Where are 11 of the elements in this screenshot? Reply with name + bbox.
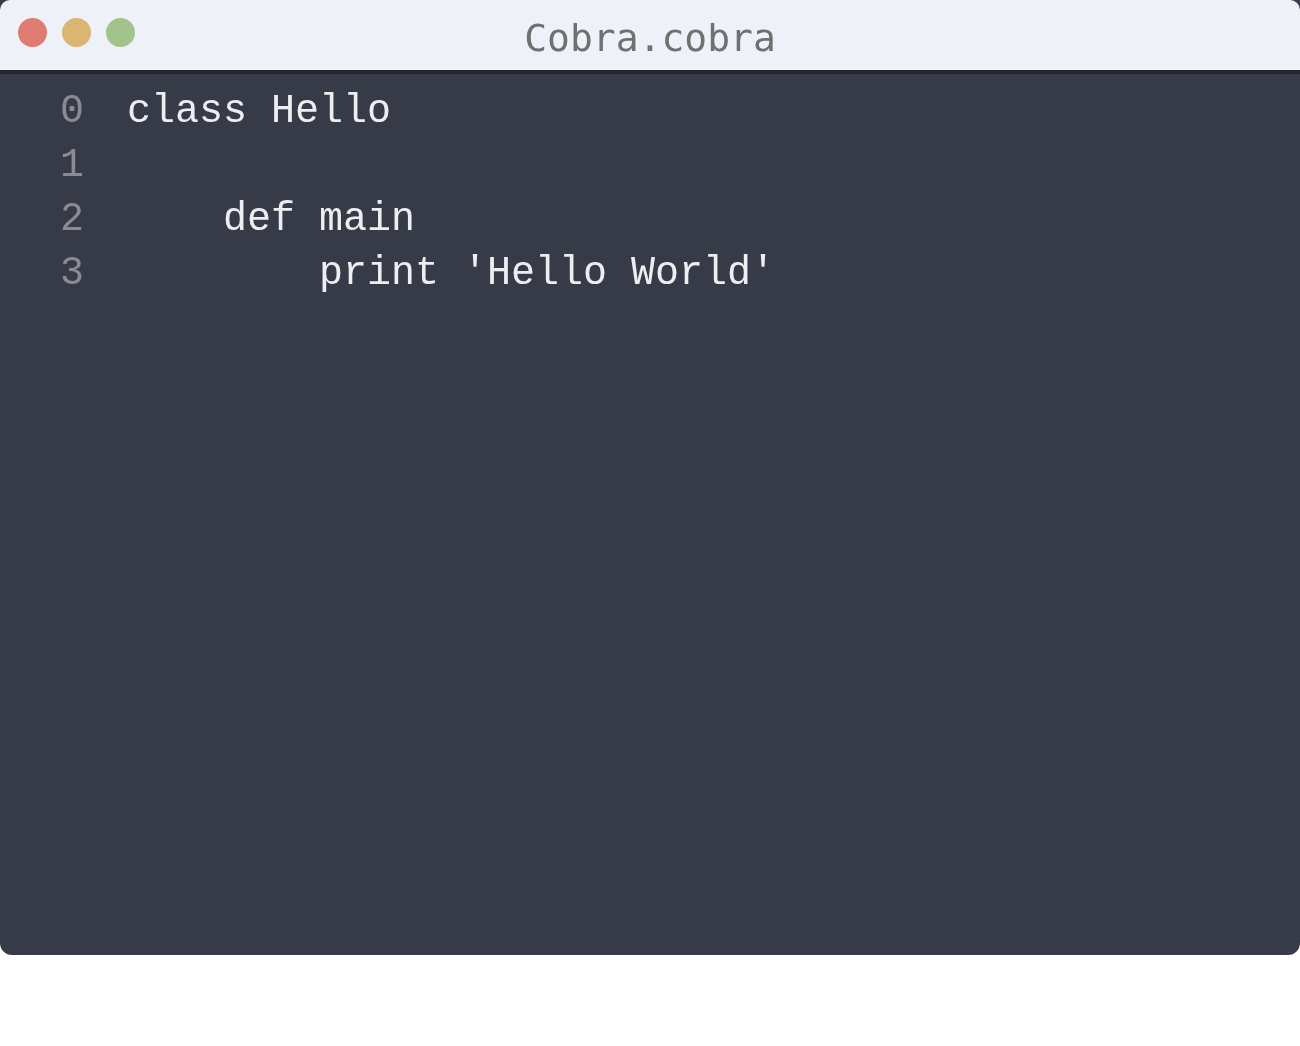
maximize-button[interactable]: [106, 18, 135, 47]
close-button[interactable]: [18, 18, 47, 47]
minimize-button[interactable]: [62, 18, 91, 47]
code-line: print 'Hello World': [318, 250, 776, 296]
line-number: 2: [59, 196, 84, 242]
window-title: Cobra.cobra: [524, 16, 776, 60]
line-number: 0: [59, 88, 84, 134]
code-line: def main: [222, 196, 416, 242]
line-number: 1: [59, 142, 84, 188]
line-number: 3: [59, 250, 84, 296]
code-line: class Hello: [127, 88, 392, 134]
